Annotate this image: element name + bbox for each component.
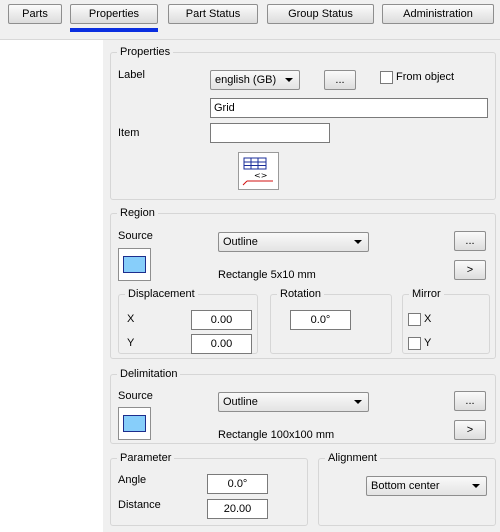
region-source-caption: Source	[118, 230, 153, 242]
rotation-input[interactable]: 0.0°	[290, 310, 351, 330]
mirror-y-label: Y	[424, 337, 432, 349]
svg-text:<>: <>	[254, 171, 267, 180]
chevron-down-icon	[472, 484, 480, 488]
distance-label: Distance	[118, 499, 161, 511]
rotation-title: Rotation	[277, 288, 324, 300]
region-source-select[interactable]: Outline	[218, 232, 369, 252]
item-input[interactable]	[210, 123, 330, 143]
displacement-x-label: X	[127, 313, 135, 325]
item-caption: Item	[118, 127, 140, 139]
tab-properties[interactable]: Properties	[70, 4, 158, 24]
language-select[interactable]: english (GB)	[210, 70, 300, 90]
displacement-y-label: Y	[127, 337, 135, 349]
mirror-x-checkbox[interactable]	[408, 313, 421, 326]
alignment-select[interactable]: Bottom center	[366, 476, 487, 496]
region-group-title: Region	[117, 207, 158, 219]
chevron-down-icon	[354, 400, 362, 404]
alignment-title: Alignment	[325, 452, 380, 464]
properties-group-title: Properties	[117, 46, 174, 58]
label-input[interactable]: Grid	[210, 98, 488, 118]
rectangle-swatch-icon	[123, 256, 146, 273]
delimitation-browse-button[interactable]: ...	[454, 391, 486, 411]
left-pane	[0, 40, 103, 532]
chevron-down-icon	[285, 78, 293, 82]
delimitation-swatch	[118, 407, 151, 440]
from-object-label: From object	[396, 71, 455, 83]
region-shape-text: Rectangle 5x10 mm	[218, 269, 316, 281]
tab-part-status[interactable]: Part Status	[168, 4, 258, 24]
label-browse-button[interactable]: ...	[324, 70, 356, 90]
tab-group-status[interactable]: Group Status	[267, 4, 374, 24]
tab-administration[interactable]: Administration	[382, 4, 494, 24]
active-tab-indicator	[70, 28, 158, 32]
region-next-button[interactable]: >	[454, 260, 486, 280]
delimitation-source-select[interactable]: Outline	[218, 392, 369, 412]
displacement-y-input[interactable]: 0.00	[191, 334, 252, 354]
grid-object-icon[interactable]: <>	[238, 152, 279, 190]
region-browse-button[interactable]: ...	[454, 231, 486, 251]
angle-input[interactable]: 0.0°	[207, 474, 268, 494]
distance-input[interactable]: 20.00	[207, 499, 268, 519]
from-object-checkbox[interactable]	[380, 71, 393, 84]
label-caption: Label	[118, 69, 145, 81]
mirror-title: Mirror	[409, 288, 444, 300]
delimitation-source-caption: Source	[118, 390, 153, 402]
region-source-value: Outline	[223, 236, 258, 248]
tab-parts[interactable]: Parts	[8, 4, 62, 24]
delimitation-title: Delimitation	[117, 368, 181, 380]
language-select-value: english (GB)	[215, 74, 277, 86]
delimitation-next-button[interactable]: >	[454, 420, 486, 440]
delimitation-source-value: Outline	[223, 396, 258, 408]
angle-label: Angle	[118, 474, 147, 486]
displacement-x-input[interactable]: 0.00	[191, 310, 252, 330]
mirror-x-label: X	[424, 313, 432, 325]
region-swatch	[118, 248, 151, 281]
chevron-down-icon	[354, 240, 362, 244]
delimitation-shape-text: Rectangle 100x100 mm	[218, 429, 335, 441]
displacement-title: Displacement	[125, 288, 198, 300]
alignment-select-value: Bottom center	[371, 480, 440, 492]
parameter-title: Parameter	[117, 452, 175, 464]
rectangle-swatch-icon	[123, 415, 146, 432]
mirror-y-checkbox[interactable]	[408, 337, 421, 350]
